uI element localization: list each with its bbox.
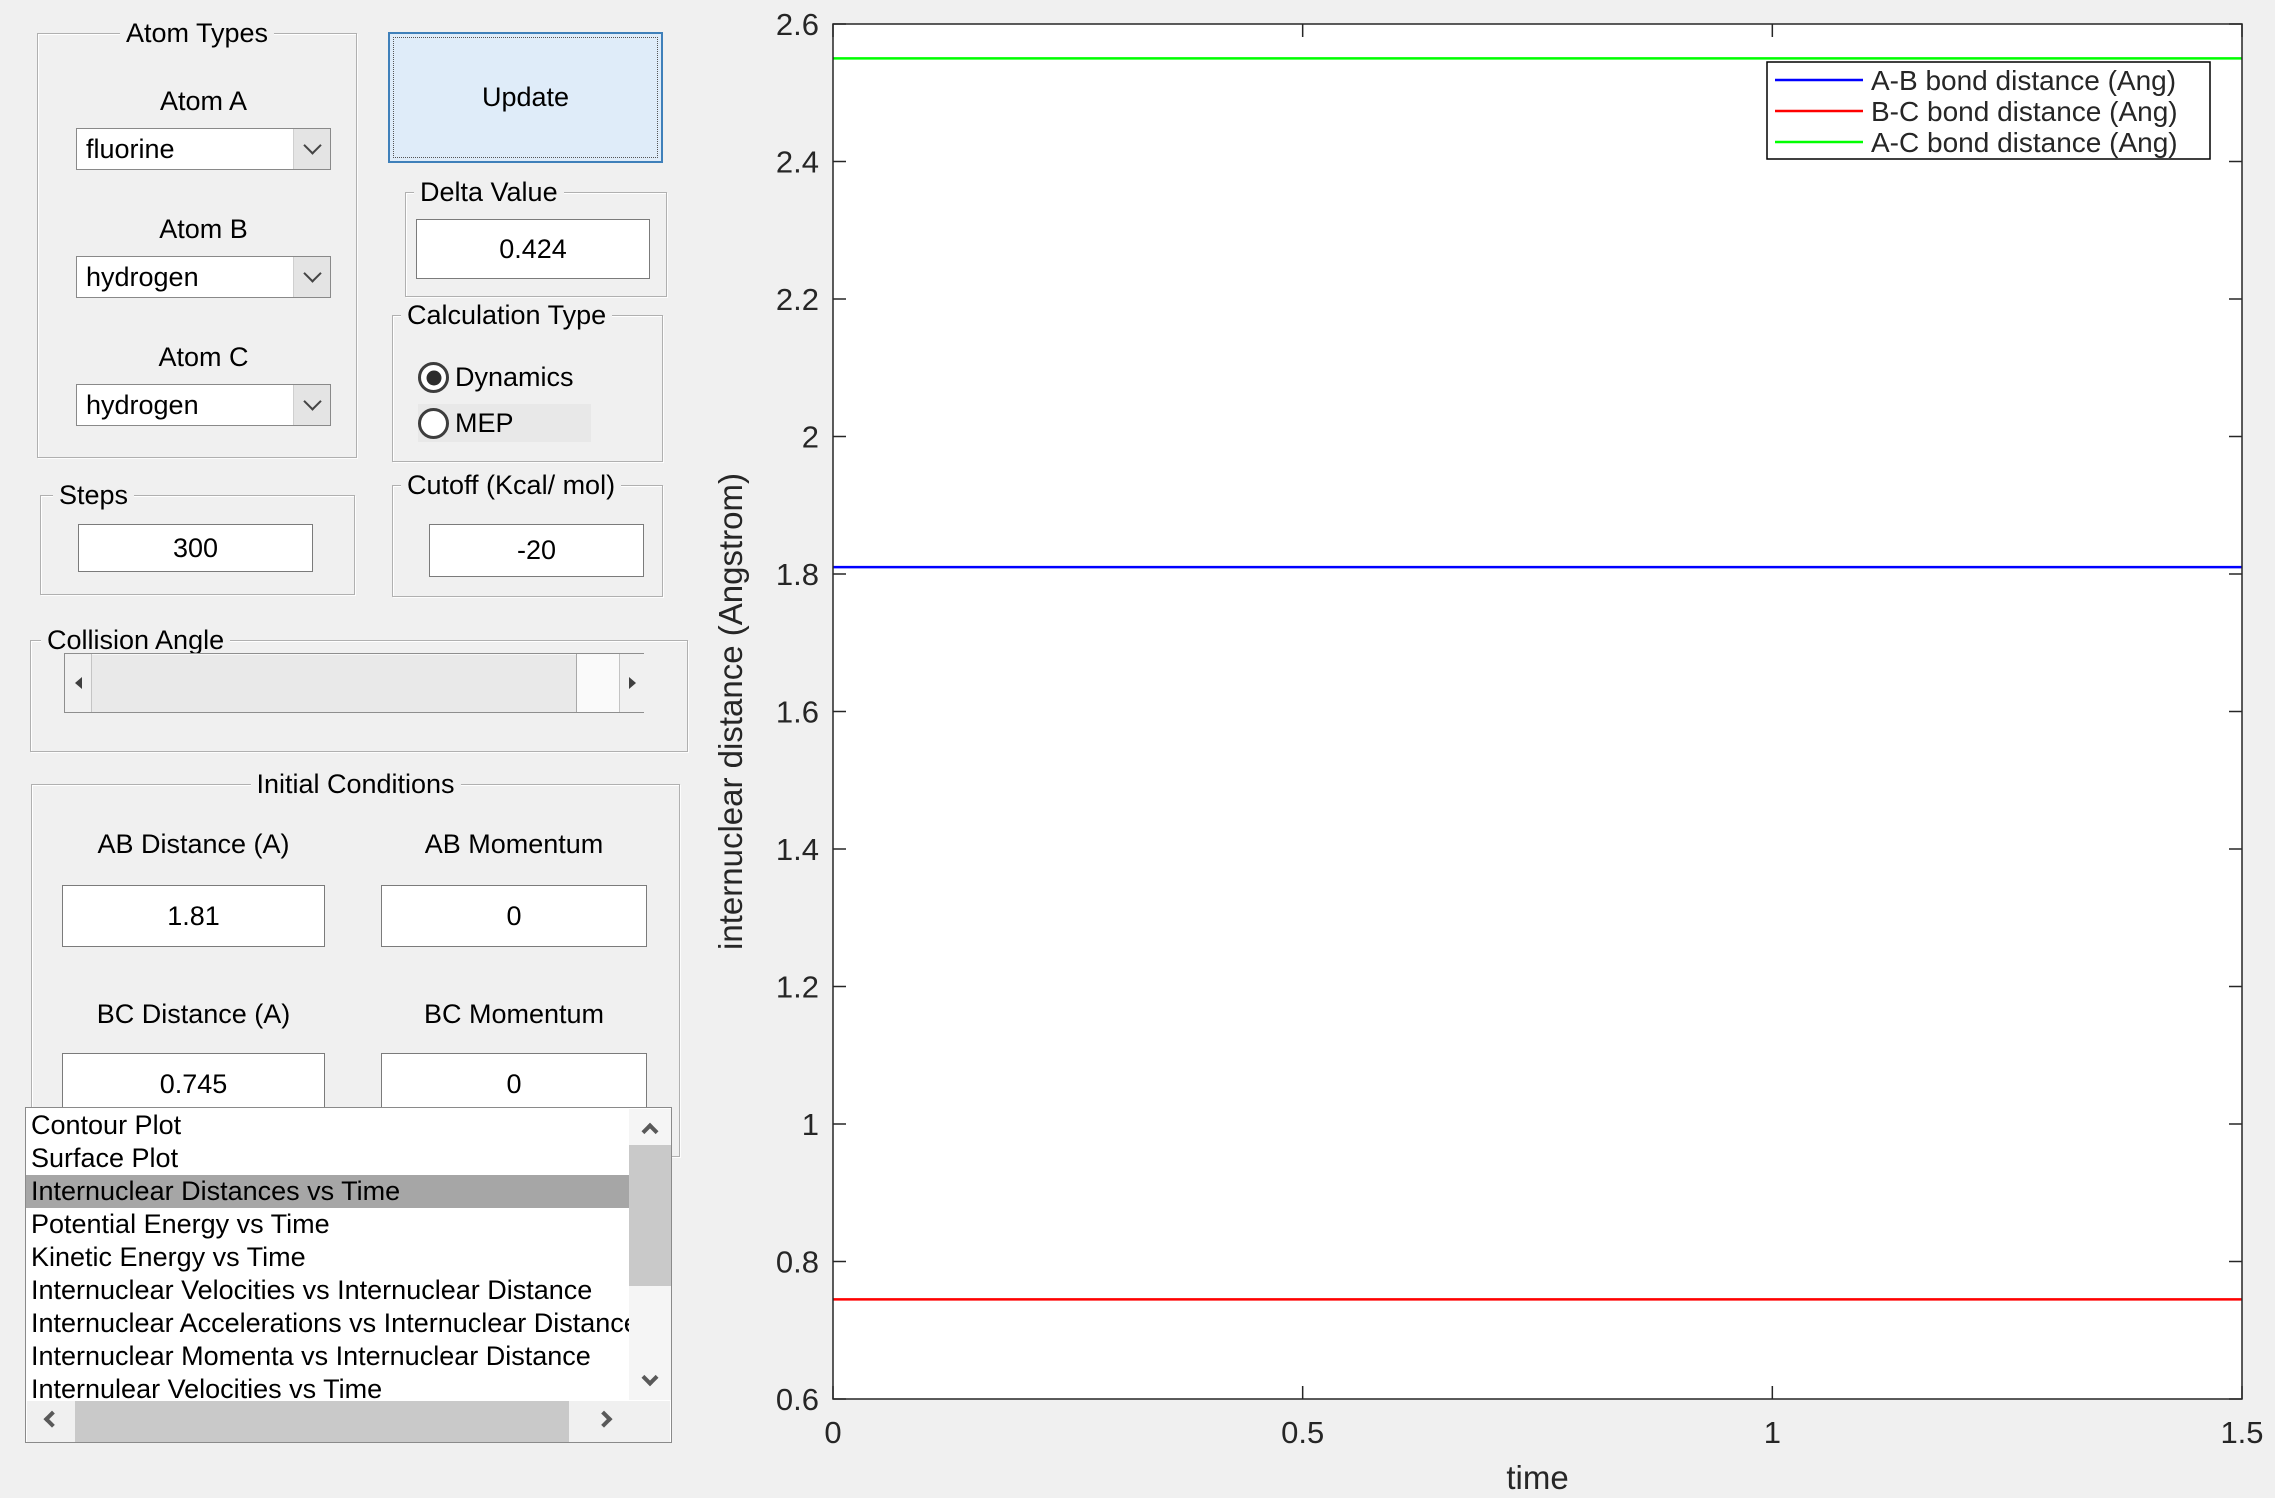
atom-a-value: fluorine [86, 133, 175, 164]
y-tick-label: 1.8 [776, 557, 819, 592]
listbox-items: Contour Plot Surface Plot Internuclear Dis… [26, 1109, 629, 1400]
list-item[interactable]: Internuclear Accelerations vs Internucle… [26, 1307, 629, 1340]
mep-radio[interactable] [418, 408, 449, 439]
ab-momentum-label: AB Momentum [424, 829, 604, 859]
calculation-type-title: Calculation Type [401, 300, 613, 330]
atom-c-label: Atom C [158, 342, 249, 372]
initial-conditions-panel: Initial Conditions AB Distance (A) AB Mo… [31, 769, 680, 1157]
collision-angle-slider[interactable] [64, 653, 645, 713]
legend-entry: B-C bond distance (Ang) [1871, 96, 2178, 127]
y-tick-label: 2.2 [776, 282, 819, 317]
collision-angle-title: Collision Angle [41, 625, 231, 655]
x-tick-label: 1.5 [2220, 1415, 2263, 1450]
list-item[interactable]: Internuclear Velocities vs Internuclear … [26, 1274, 629, 1307]
x-tick-label: 1 [1764, 1415, 1781, 1450]
list-item[interactable]: Internulear Velocities vs Time [26, 1373, 629, 1400]
y-tick-label: 2.4 [776, 145, 819, 180]
update-button-label: Update [481, 82, 570, 112]
collision-angle-panel: Collision Angle [30, 625, 688, 752]
x-tick-label: 0.5 [1281, 1415, 1324, 1450]
y-tick-label: 1.4 [776, 832, 819, 867]
atom-b-label: Atom B [159, 214, 248, 244]
atom-c-dropdown[interactable]: hydrogen [76, 384, 331, 426]
list-item[interactable]: Surface Plot [26, 1142, 629, 1175]
list-item[interactable]: Potential Energy vs Time [26, 1208, 629, 1241]
atom-types-panel: Atom Types Atom A fluorine Atom B hydrog… [37, 18, 357, 458]
atom-types-title: Atom Types [119, 18, 275, 48]
steps-panel: Steps [40, 480, 355, 595]
chevron-up-icon[interactable] [629, 1109, 671, 1145]
x-tick-label: 0 [824, 1415, 841, 1450]
triangle-left-icon[interactable] [65, 654, 91, 712]
update-button[interactable]: Update [388, 32, 663, 163]
y-tick-label: 0.6 [776, 1382, 819, 1417]
x-axis-label: time [1506, 1459, 1568, 1496]
chevron-down-icon[interactable] [293, 385, 330, 425]
y-tick-label: 1.6 [776, 695, 819, 730]
list-item[interactable]: Kinetic Energy vs Time [26, 1241, 629, 1274]
horizontal-scrollbar[interactable] [27, 1401, 670, 1442]
app-window: { "colors": { "background": "#f0f0f0", "… [0, 0, 2275, 1498]
list-item[interactable]: Internuclear Momenta vs Internuclear Dis… [26, 1340, 629, 1373]
initial-conditions-title: Initial Conditions [250, 769, 461, 799]
cutoff-title: Cutoff (Kcal/ mol) [401, 470, 622, 500]
slider-thumb[interactable] [91, 654, 577, 712]
ab-distance-field[interactable] [62, 885, 325, 947]
y-tick-label: 0.8 [776, 1245, 819, 1280]
list-item[interactable]: Internuclear Distances vs Time [26, 1175, 629, 1208]
atom-b-value: hydrogen [86, 261, 199, 292]
bc-distance-label: BC Distance (A) [96, 999, 291, 1029]
delta-value-field[interactable] [416, 219, 650, 279]
horizontal-scrollbar-thumb[interactable] [75, 1401, 569, 1442]
cutoff-panel: Cutoff (Kcal/ mol) [392, 470, 663, 597]
legend-entry: A-B bond distance (Ang) [1871, 65, 2176, 96]
chevron-down-icon[interactable] [293, 129, 330, 169]
y-tick-label: 2.6 [776, 7, 819, 42]
bc-momentum-label: BC Momentum [423, 999, 605, 1029]
steps-field[interactable] [78, 524, 313, 572]
ab-momentum-field[interactable] [381, 885, 647, 947]
y-tick-label: 2 [802, 420, 819, 455]
calculation-type-panel: Calculation Type Dynamics MEP [392, 300, 663, 462]
list-item[interactable]: Contour Plot [26, 1109, 629, 1142]
mep-radio-label: MEP [455, 408, 514, 438]
dynamics-radio-label: Dynamics [455, 362, 574, 392]
vertical-scrollbar-thumb[interactable] [629, 1145, 671, 1286]
legend-entry: A-C bond distance (Ang) [1871, 127, 2178, 158]
chevron-left-icon[interactable] [31, 1401, 73, 1442]
vertical-scrollbar[interactable] [629, 1109, 671, 1400]
y-axis-label: internuclear distance (Angstrom) [712, 473, 749, 950]
chevron-down-icon[interactable] [293, 257, 330, 297]
atom-a-label: Atom A [159, 86, 248, 116]
dynamics-radio[interactable] [418, 362, 449, 393]
chevron-down-icon[interactable] [629, 1364, 671, 1400]
ab-distance-label: AB Distance (A) [97, 829, 290, 859]
plot-area [833, 24, 2242, 1399]
atom-b-dropdown[interactable]: hydrogen [76, 256, 331, 298]
delta-value-title: Delta Value [414, 177, 564, 207]
plot-type-listbox[interactable]: Contour Plot Surface Plot Internuclear Dis… [25, 1107, 672, 1443]
y-tick-label: 1.2 [776, 970, 819, 1005]
distance-vs-time-chart: 0.6 0.8 1 1.2 1.4 1.6 1.8 2 2.2 2.4 2.6 0 0.5 1 1.5 tim… [712, 7, 2264, 1496]
atom-a-dropdown[interactable]: fluorine [76, 128, 331, 170]
y-tick-label: 1 [802, 1107, 819, 1142]
cutoff-field[interactable] [429, 524, 644, 577]
triangle-right-icon[interactable] [619, 654, 645, 712]
bc-distance-field[interactable] [62, 1053, 325, 1115]
steps-title: Steps [53, 480, 135, 510]
chevron-right-icon[interactable] [583, 1401, 625, 1442]
atom-c-value: hydrogen [86, 389, 199, 420]
bc-momentum-field[interactable] [381, 1053, 647, 1115]
delta-value-panel: Delta Value [405, 177, 667, 297]
